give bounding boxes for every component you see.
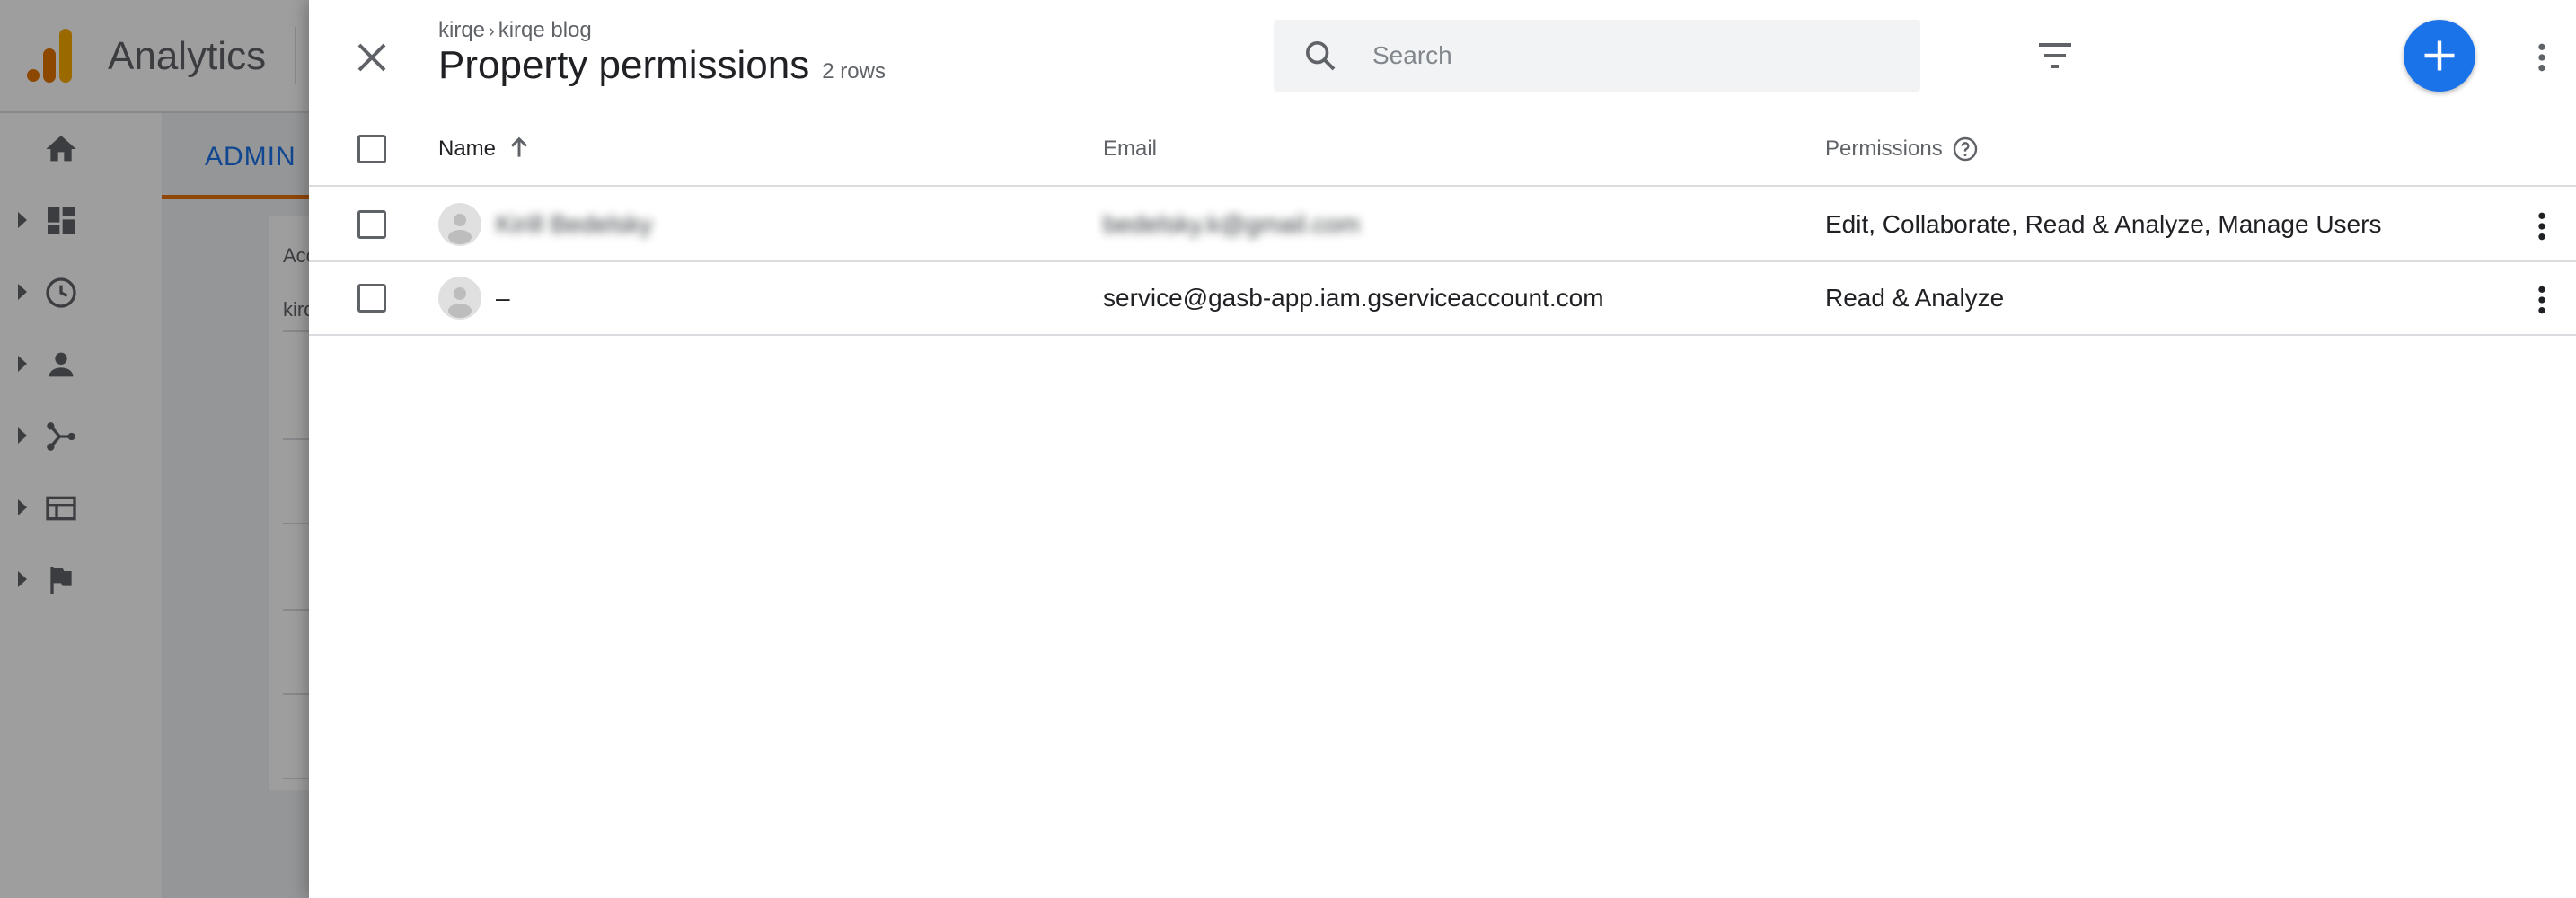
filter-icon[interactable]	[2033, 34, 2077, 77]
user-name: –	[496, 284, 510, 312]
property-permissions-panel: kirqe › kirqe blog Property permissions 2 r…	[309, 0, 2576, 898]
user-email: service@gasb-app.iam.gserviceaccount.com	[1103, 284, 1604, 312]
search-icon	[1306, 41, 1336, 71]
help-icon[interactable]	[1951, 135, 1980, 163]
table-header: Name Email Permissions	[309, 113, 2576, 187]
breadcrumb: kirqe › kirqe blog	[438, 18, 592, 43]
search-input[interactable]	[1372, 20, 1893, 92]
person-icon	[448, 287, 472, 318]
title-bar: Property permissions 2 rows	[438, 43, 886, 88]
select-all-checkbox[interactable]	[357, 135, 386, 163]
user-name: Kirill Bedelsky	[496, 210, 653, 238]
user-permissions: Read & Analyze	[1825, 284, 2005, 312]
add-user-button[interactable]	[2404, 20, 2475, 92]
arrow-up-icon[interactable]	[505, 133, 534, 162]
user-permissions: Edit, Collaborate, Read & Analyze, Manag…	[1825, 210, 2382, 238]
row-checkbox[interactable]	[357, 210, 386, 239]
close-icon[interactable]	[350, 36, 393, 79]
avatar	[438, 203, 481, 246]
breadcrumb-property[interactable]: kirqe blog	[498, 18, 592, 42]
plus-icon	[2424, 40, 2455, 71]
row-count: 2 rows	[822, 59, 886, 84]
table-row[interactable]: Kirill Bedelsky bedelsky.k@gmail.com Edi…	[309, 189, 2576, 262]
user-email: bedelsky.k@gmail.com	[1103, 210, 1361, 238]
column-permissions[interactable]: Permissions	[1825, 136, 1943, 162]
column-name[interactable]: Name	[438, 136, 496, 162]
table-row[interactable]: – service@gasb-app.iam.gserviceaccount.c…	[309, 262, 2576, 336]
breadcrumb-account[interactable]: kirqe	[438, 18, 485, 42]
avatar	[438, 277, 481, 320]
more-vert-icon[interactable]	[2524, 36, 2560, 79]
person-icon	[448, 214, 472, 244]
more-vert-icon[interactable]	[2524, 280, 2560, 320]
column-email[interactable]: Email	[1103, 136, 1157, 162]
search-box[interactable]	[1274, 20, 1920, 92]
row-checkbox[interactable]	[357, 284, 386, 313]
more-vert-icon[interactable]	[2524, 207, 2560, 246]
breadcrumb-separator: ›	[489, 22, 495, 41]
page-title: Property permissions	[438, 43, 810, 87]
